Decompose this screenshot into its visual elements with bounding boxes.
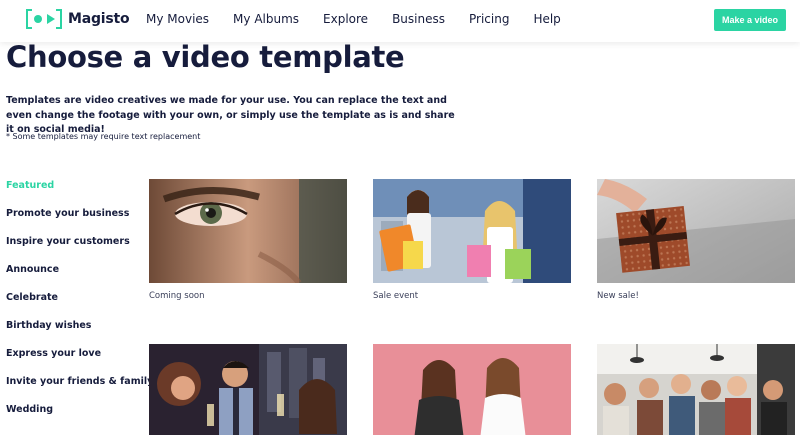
template-thumbnail[interactable] — [149, 344, 347, 435]
template-card[interactable] — [373, 344, 571, 435]
main-nav: My Movies My Albums Explore Business Pri… — [146, 12, 585, 26]
template-caption: Coming soon — [149, 291, 205, 301]
nav-my-movies[interactable]: My Movies — [146, 12, 209, 26]
top-nav-bar: Magisto My Movies My Albums Explore Busi… — [0, 0, 800, 42]
template-note: * Some templates may require text replac… — [6, 132, 201, 141]
template-card[interactable]: New sale! — [597, 179, 795, 301]
nav-pricing[interactable]: Pricing — [469, 12, 509, 26]
category-celebrate[interactable]: Celebrate — [6, 292, 146, 320]
template-caption: Sale event — [373, 291, 419, 301]
template-thumbnail[interactable] — [149, 179, 347, 283]
magisto-logo[interactable]: Magisto — [26, 9, 130, 29]
template-thumbnail[interactable] — [597, 344, 795, 435]
nav-help[interactable]: Help — [533, 12, 560, 26]
category-announce[interactable]: Announce — [6, 264, 146, 292]
category-invite-friends-family[interactable]: Invite your friends & family — [6, 376, 153, 404]
make-a-video-button[interactable]: Make a video — [714, 9, 786, 31]
category-birthday-wishes[interactable]: Birthday wishes — [6, 320, 146, 348]
nav-explore[interactable]: Explore — [323, 12, 368, 26]
nav-my-albums[interactable]: My Albums — [233, 12, 299, 26]
category-wedding[interactable]: Wedding — [6, 404, 146, 432]
category-inspire-customers[interactable]: Inspire your customers — [6, 236, 146, 264]
intro-text: Templates are video creatives we made fo… — [6, 95, 455, 135]
template-card[interactable]: Sale event — [373, 179, 571, 301]
brand-name: Magisto — [68, 11, 130, 27]
template-card[interactable] — [597, 344, 795, 435]
category-promote-business[interactable]: Promote your business — [6, 208, 146, 236]
template-card[interactable]: Coming soon — [149, 179, 347, 301]
template-thumbnail[interactable] — [373, 179, 571, 283]
magisto-logo-icon — [26, 9, 62, 29]
category-sidebar: Featured Promote your business Inspire y… — [6, 180, 153, 432]
page-title: Choose a video template — [6, 40, 405, 74]
template-thumbnail[interactable] — [597, 179, 795, 283]
nav-business[interactable]: Business — [392, 12, 445, 26]
template-caption: New sale! — [597, 291, 639, 301]
category-express-love[interactable]: Express your love — [6, 348, 146, 376]
template-thumbnail[interactable] — [373, 344, 571, 435]
template-card[interactable] — [149, 344, 347, 435]
category-featured[interactable]: Featured — [6, 180, 146, 208]
